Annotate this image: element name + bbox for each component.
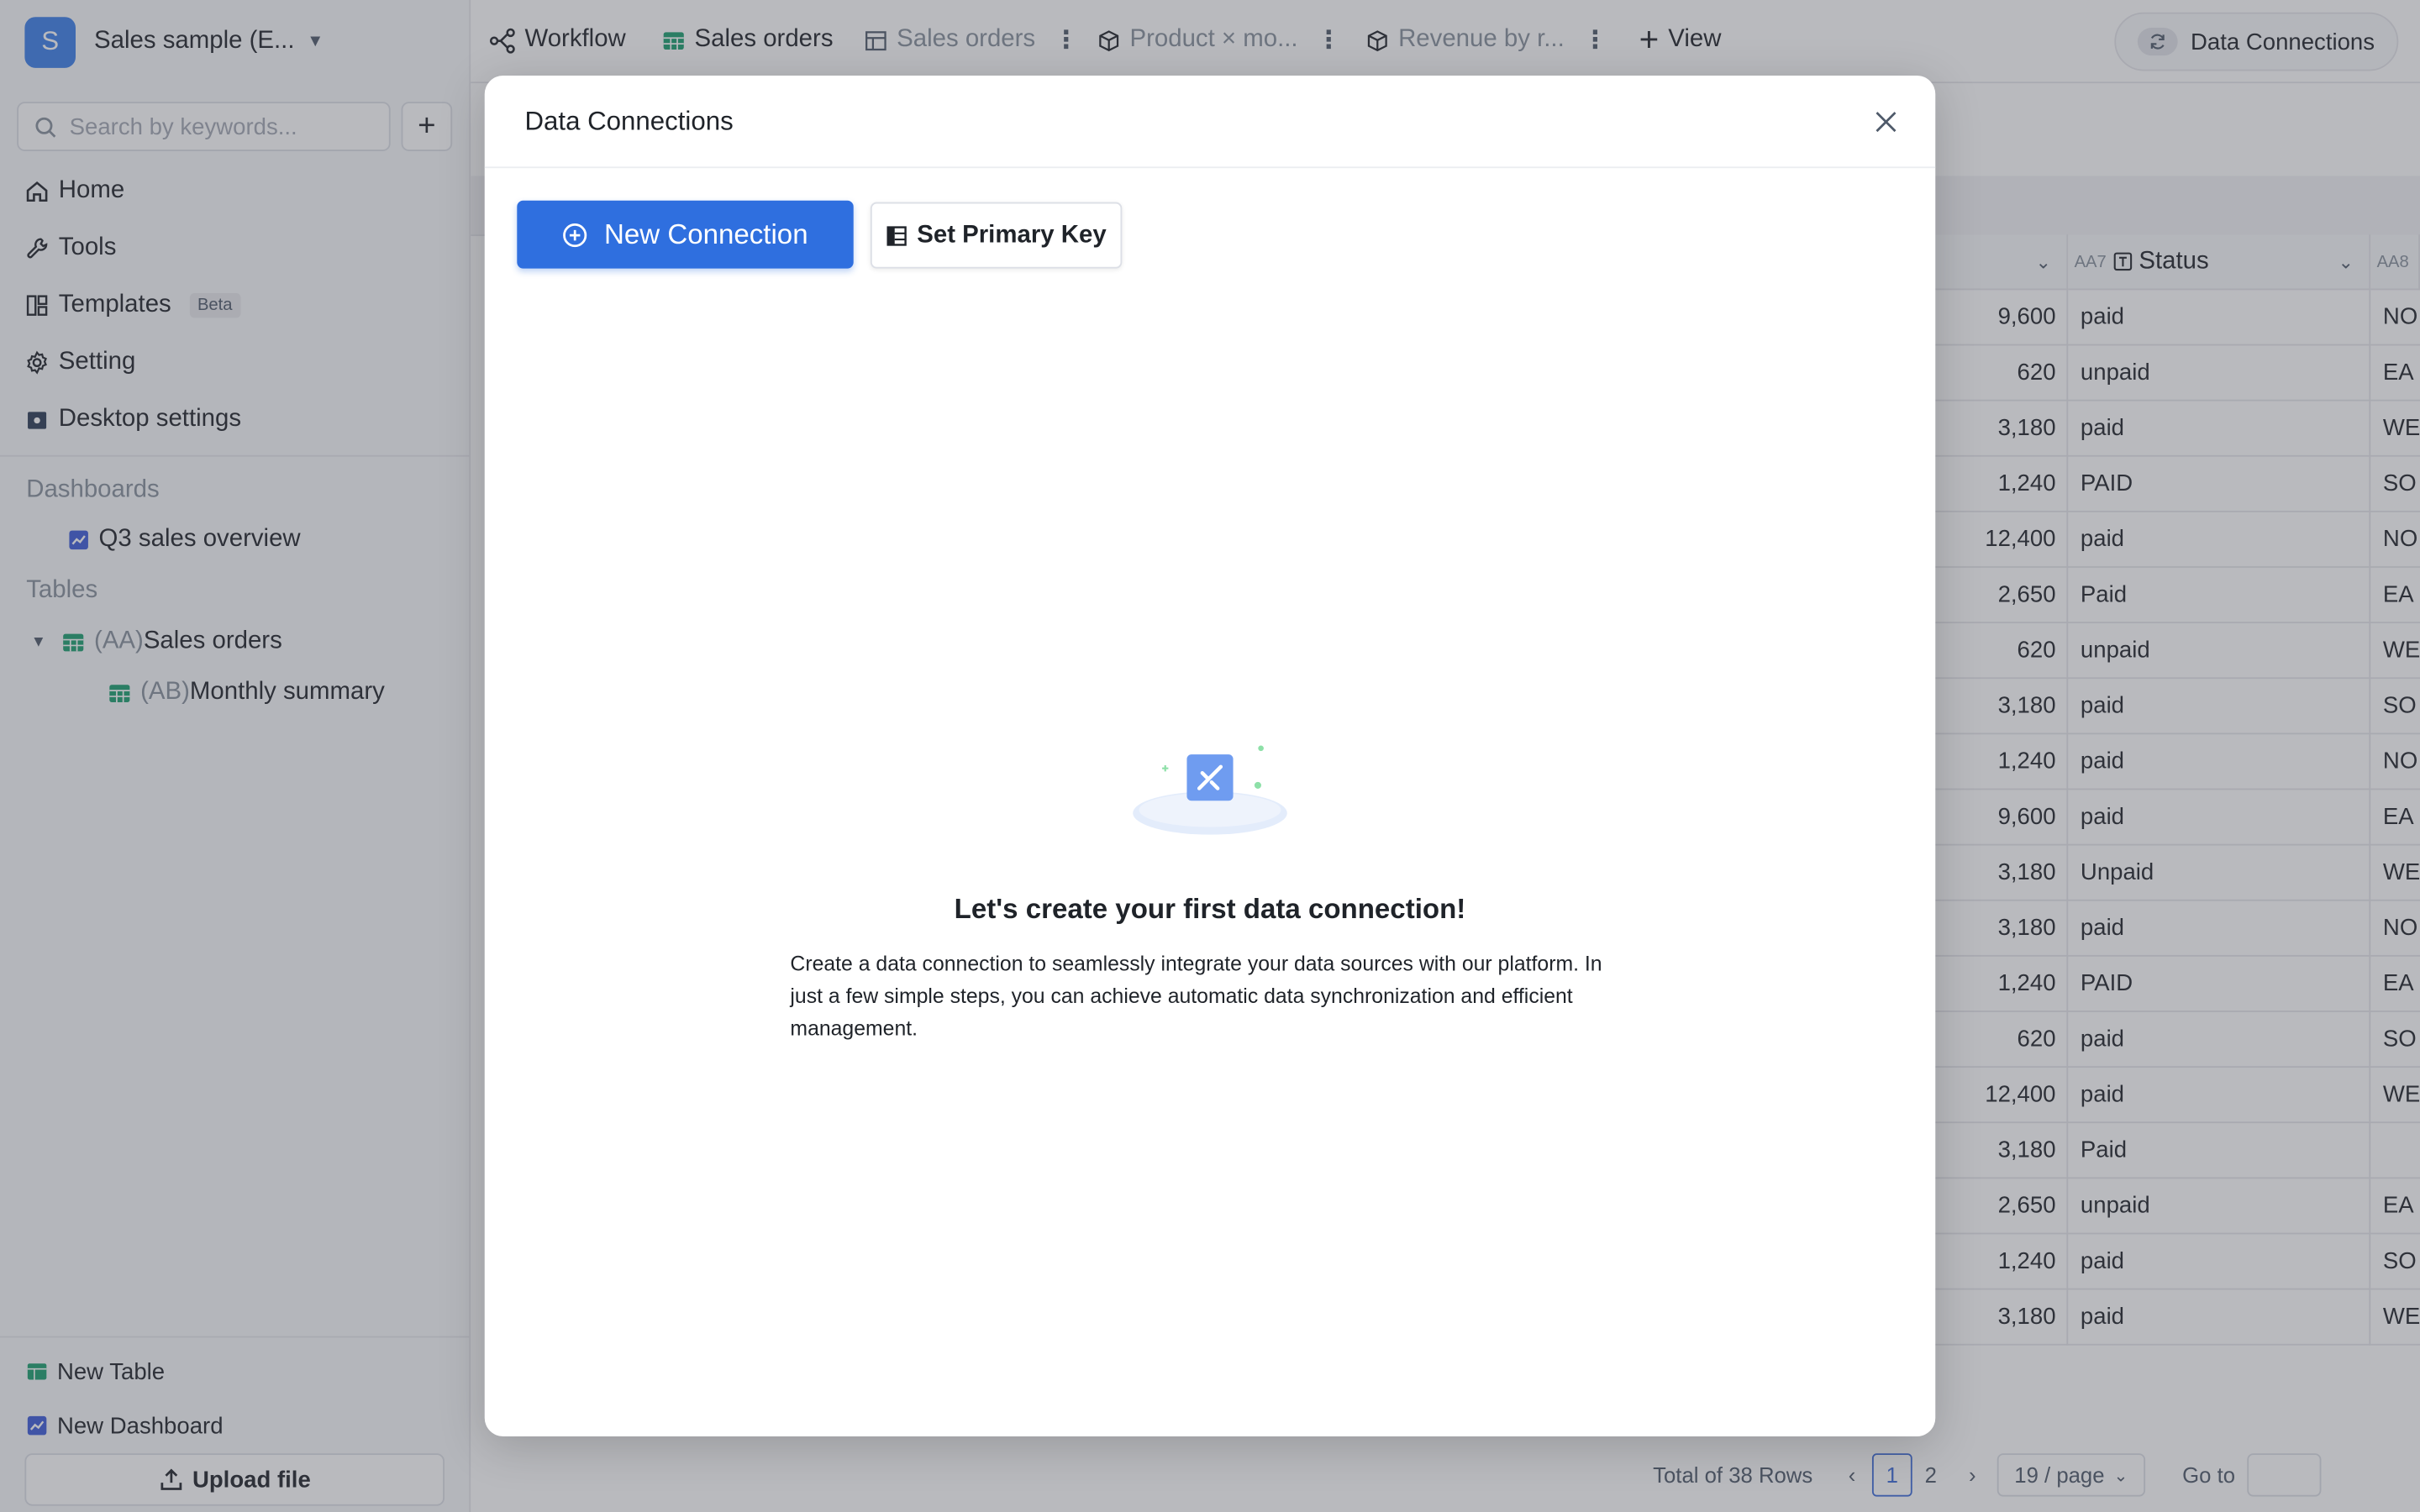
empty-state-description: Create a data connection to seamlessly i… [790, 952, 1602, 1040]
new-connection-button[interactable]: New Connection [517, 200, 854, 269]
new-connection-label: New Connection [603, 218, 808, 249]
set-primary-key-label: Set Primary Key [917, 221, 1107, 248]
close-icon[interactable] [1870, 107, 1902, 138]
empty-state-title: Let's create your first data connection! [954, 893, 1466, 925]
primary-key-icon [886, 225, 908, 245]
data-connections-modal: Data Connections New Connection Set Prim… [484, 76, 1936, 1436]
empty-state-illustration [1133, 745, 1287, 835]
modal-title: Data Connections [524, 106, 734, 136]
plus-circle-icon [563, 223, 588, 247]
app-root: S Sales sample (E... ▼ + Home Tools Temp… [0, 0, 2420, 1512]
modal-header: Data Connections [484, 76, 1936, 169]
set-primary-key-button[interactable]: Set Primary Key [870, 202, 1123, 269]
